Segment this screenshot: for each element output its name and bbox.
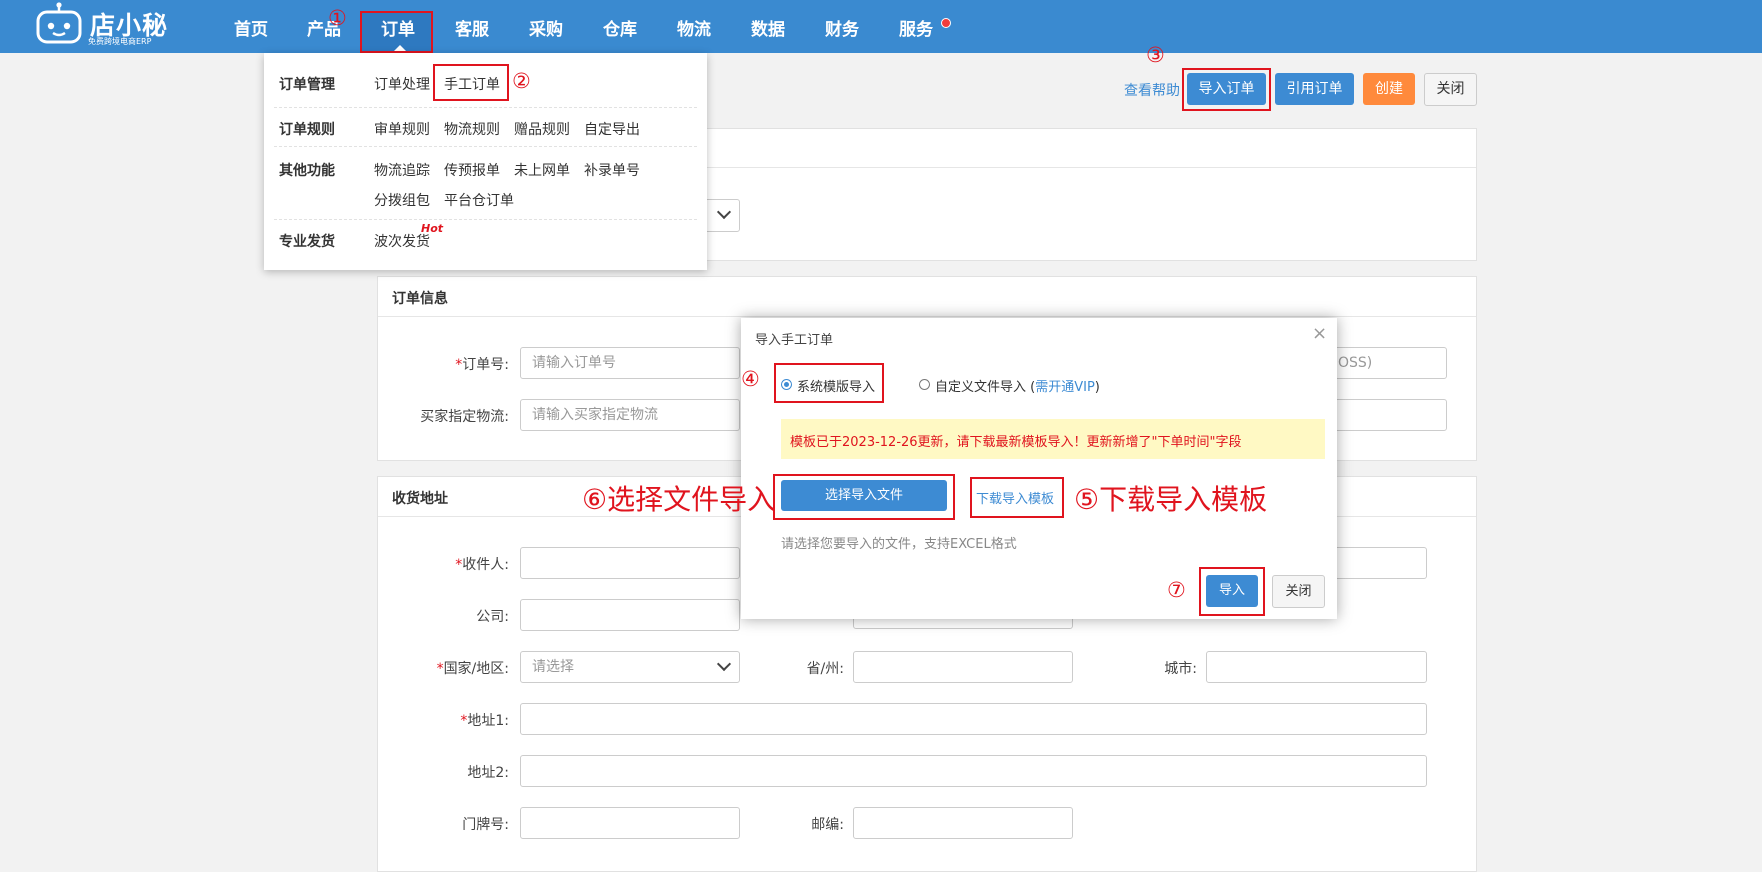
annotation-step-4: ④ [741,367,760,391]
country-select[interactable]: 请选择 [520,651,740,683]
vip-link[interactable]: 需开通VIP [1035,380,1095,395]
company-label: 公司: [476,609,509,625]
template-update-notice-text: 模板已于2023-12-26更新，请下载最新模板导入！更新新增了"下单时间"字段 [790,435,1242,450]
hot-badge: Hot [421,222,444,235]
select-file-button[interactable]: 选择导入文件 [781,480,947,511]
dialog-import-button[interactable]: 导入 [1206,575,1258,607]
menu-item-review-rules[interactable]: 审单规则 [374,119,430,139]
radio-custom-file-label[interactable]: 自定义文件导入 (需开通VIP) [935,376,1100,395]
order-no-label: *订单号: [455,357,509,373]
address1-label: *地址1: [460,713,509,729]
download-template-link[interactable]: 下载导入模板 [976,488,1054,507]
notification-dot [941,18,951,28]
menu-item-custom-export[interactable]: 自定导出 [584,119,640,139]
nav-item-logistics[interactable]: 物流 [677,15,711,40]
order-info-title: 订单信息 [392,291,448,307]
nav-item-service[interactable]: 服务 [899,15,933,40]
menu-group-order-management: 订单管理 [279,77,335,93]
annotation-box-manual-order [433,64,509,101]
nav-item-warehouse[interactable]: 仓库 [603,15,637,40]
close-page-button[interactable]: 关闭 [1424,73,1477,106]
create-button[interactable]: 创建 [1363,73,1415,105]
import-order-button[interactable]: 导入订单 [1187,73,1266,105]
annotation-step-2: ② [512,69,531,93]
country-label: *国家/地区: [436,661,509,677]
dialog-close-button[interactable]: 关闭 [1272,575,1325,608]
menu-item-forecast-upload[interactable]: 传预报单 [444,160,500,180]
dialog-close-icon[interactable]: × [1312,323,1327,344]
menu-item-allocation-package[interactable]: 分拨组包 [374,190,430,210]
menu-item-fill-tracking[interactable]: 补录单号 [584,160,640,180]
menu-item-order-processing[interactable]: 订单处理 [374,74,430,94]
brand-slogan: 免费跨境电商ERP [88,37,152,46]
nav-item-customer-service[interactable]: 客服 [455,15,489,40]
menu-divider [274,107,697,108]
radio-custom-file[interactable] [919,379,930,390]
buyer-logistics-input[interactable]: 请输入买家指定物流 [520,399,740,431]
address1-input[interactable] [520,703,1427,735]
annotation-step-3: ③ [1146,43,1165,67]
nav-item-finance[interactable]: 财务 [825,15,859,40]
file-format-hint: 请选择您要导入的文件，支持EXCEL格式 [781,537,1017,552]
quote-order-button[interactable]: 引用订单 [1275,73,1354,105]
address2-input[interactable] [520,755,1427,787]
menu-group-other-functions: 其他功能 [279,163,335,179]
recipient-label: *收件人: [455,557,509,573]
company-input[interactable] [520,599,740,631]
address-title: 收货地址 [392,491,448,507]
help-link[interactable]: 查看帮助 [1124,80,1180,100]
postcode-input[interactable] [853,807,1073,839]
nav-item-home[interactable]: 首页 [234,15,268,40]
annotation-step-7: ⑦ [1167,578,1186,602]
city-label: 城市: [1164,661,1197,677]
radio-system-template-label[interactable]: 系统模版导入 [797,376,875,395]
house-no-label: 门牌号: [462,817,509,833]
menu-divider [274,219,697,220]
house-no-input[interactable] [520,807,740,839]
menu-group-order-rules: 订单规则 [279,122,335,138]
annotation-select-file-hint: ⑥选择文件导入 [582,483,776,516]
postcode-label: 邮编: [811,817,844,833]
radio-system-template[interactable] [781,379,792,390]
recipient-input[interactable] [520,547,740,579]
menu-item-logistics-rules[interactable]: 物流规则 [444,119,500,139]
menu-item-not-online[interactable]: 未上网单 [514,160,570,180]
province-input[interactable] [853,651,1073,683]
address2-label: 地址2: [467,765,509,781]
nav-item-data[interactable]: 数据 [751,15,785,40]
city-input[interactable] [1206,651,1427,683]
menu-item-logistics-tracking[interactable]: 物流追踪 [374,160,430,180]
nav-item-purchase[interactable]: 采购 [529,15,563,40]
menu-group-pro-shipping: 专业发货 [279,234,335,250]
menu-item-gift-rules[interactable]: 赠品规则 [514,119,570,139]
province-label: 省/州: [806,661,844,677]
annotation-box-order-nav [360,11,433,53]
dialog-title: 导入手工订单 [755,333,834,348]
menu-divider [274,146,697,147]
menu-item-platform-warehouse[interactable]: 平台仓订单 [444,190,514,210]
order-no-input[interactable]: 请输入订单号 [520,347,740,379]
robot-logo-icon[interactable] [35,2,83,44]
annotation-step-1: ① [328,6,347,30]
buyer-logistics-label: 买家指定物流: [420,409,509,425]
annotation-download-hint: ⑤下载导入模板 [1074,483,1268,516]
